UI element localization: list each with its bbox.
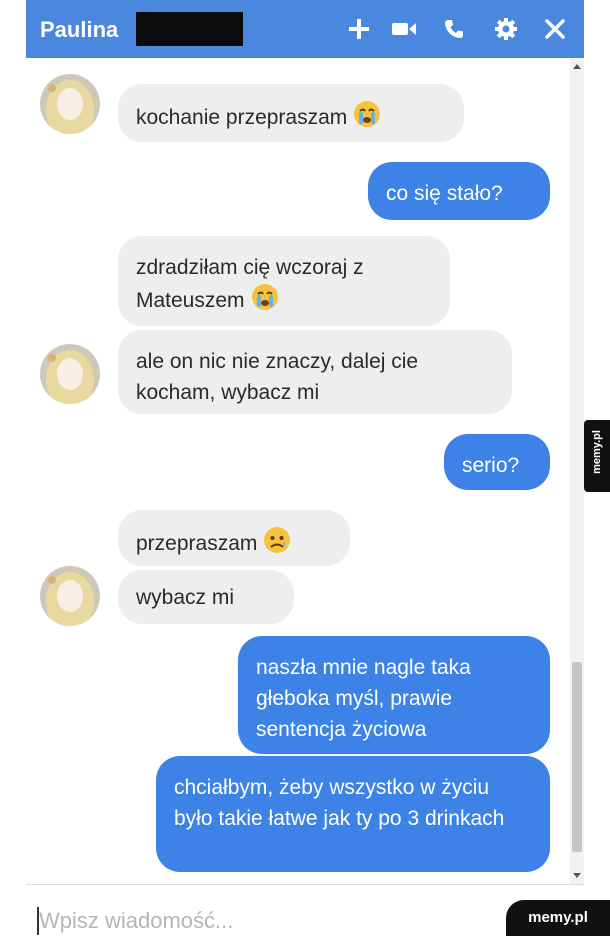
- message-bubble-incoming[interactable]: przepraszam: [118, 510, 350, 566]
- message-composer[interactable]: Wpisz wiadomość...: [26, 884, 584, 937]
- message-text: wybacz mi: [136, 586, 235, 609]
- message-bubble-incoming[interactable]: kochanie przepraszam: [118, 84, 464, 142]
- plus-icon[interactable]: [344, 14, 374, 44]
- gear-icon[interactable]: [491, 14, 521, 44]
- message-text: serio?: [462, 454, 520, 477]
- redaction-bar: [136, 12, 243, 46]
- message-input-placeholder[interactable]: Wpisz wiadomość...: [39, 907, 233, 935]
- message-bubble-outgoing[interactable]: naszła mnie nagle taka głeboka myśl, pra…: [238, 636, 550, 754]
- message-text: kochanie przepraszam: [136, 106, 348, 130]
- message-bubble-incoming[interactable]: ale on nic nie znaczy, dalej cie kocham,…: [118, 330, 512, 414]
- phone-icon[interactable]: [439, 14, 469, 44]
- crying-face-icon: [353, 100, 381, 137]
- contact-avatar[interactable]: [40, 566, 100, 626]
- watermark-corner: memy.pl: [506, 900, 610, 936]
- message-text: naszła mnie nagle taka głeboka myśl, pra…: [256, 656, 471, 741]
- message-text: co się stało?: [386, 182, 503, 205]
- video-camera-icon[interactable]: [389, 14, 419, 44]
- scrollbar[interactable]: [570, 58, 584, 884]
- contact-name[interactable]: Paulina: [40, 17, 118, 43]
- message-bubble-incoming[interactable]: zdradziłam cię wczoraj z Mateuszem: [118, 236, 450, 326]
- message-bubble-outgoing[interactable]: chciałbym, żeby wszystko w życiu było ta…: [156, 756, 550, 872]
- contact-avatar[interactable]: [40, 74, 100, 134]
- crying-face-icon: [251, 283, 279, 320]
- sad-face-icon: [263, 526, 291, 563]
- message-bubble-incoming[interactable]: wybacz mi: [118, 570, 294, 624]
- message-text: przepraszam: [136, 532, 258, 556]
- watermark-side-text: memy.pl: [591, 430, 603, 474]
- message-list[interactable]: kochanie przepraszam co się stało? zdrad…: [26, 58, 584, 884]
- scrollbar-thumb[interactable]: [572, 662, 582, 852]
- scroll-down-arrow-icon[interactable]: [573, 873, 581, 878]
- close-icon[interactable]: [540, 14, 570, 44]
- message-text: chciałbym, żeby wszystko w życiu było ta…: [174, 776, 505, 830]
- scroll-up-arrow-icon[interactable]: [573, 64, 581, 69]
- watermark-side: memy.pl: [584, 420, 610, 492]
- message-bubble-outgoing[interactable]: co się stało?: [368, 162, 550, 220]
- message-text: ale on nic nie znaczy, dalej cie kocham,…: [136, 350, 419, 404]
- chat-header: Paulina: [26, 0, 584, 58]
- contact-avatar[interactable]: [40, 344, 100, 404]
- message-bubble-outgoing[interactable]: serio?: [444, 434, 550, 490]
